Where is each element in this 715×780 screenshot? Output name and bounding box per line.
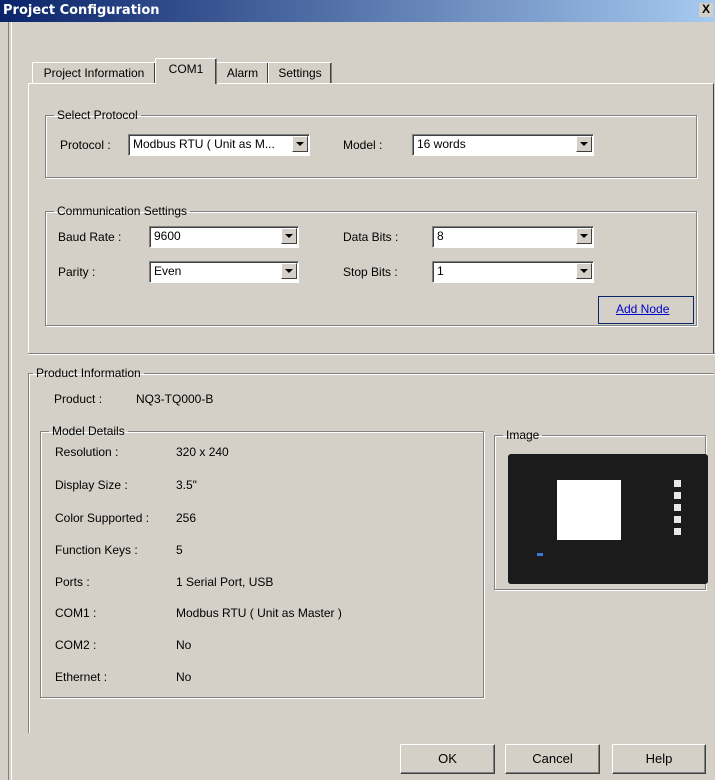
ethernet-label: Ethernet : [55, 670, 108, 684]
ports-label: Ports : [55, 575, 90, 589]
model-value: 16 words [417, 137, 466, 151]
window-title: Project Configuration [3, 3, 160, 18]
section-divider [28, 353, 715, 355]
chevron-down-icon [285, 269, 293, 273]
function-key-icon [674, 528, 681, 535]
title-bar: Project Configuration X [0, 0, 715, 22]
close-icon[interactable]: X [699, 3, 713, 17]
protocol-value: Modbus RTU ( Unit as M... [133, 137, 275, 151]
model-select[interactable]: 16 words [412, 134, 594, 156]
stop-bits-label: Stop Bits : [343, 265, 398, 279]
model-details-group: Model Details [40, 424, 484, 698]
color-supported-value: 256 [176, 511, 197, 525]
resolution-label: Resolution : [55, 445, 119, 459]
tab-settings[interactable]: Settings [268, 62, 332, 83]
display-size-label: Display Size : [55, 478, 128, 492]
color-supported-label: Color Supported : [55, 511, 150, 525]
model-label: Model : [343, 138, 383, 152]
tab-com1[interactable]: COM1 [155, 58, 217, 84]
display-size-value: 3.5" [176, 478, 197, 492]
chevron-down-icon [580, 269, 588, 273]
add-node-button[interactable]: Add Node [598, 296, 694, 324]
ethernet-value: No [176, 670, 192, 684]
parity-select[interactable]: Even [149, 261, 299, 283]
tab-alarm[interactable]: Alarm [216, 62, 269, 83]
model-dropdown-button[interactable] [576, 136, 592, 152]
cancel-button[interactable]: Cancel [505, 744, 600, 774]
com2-value: No [176, 638, 192, 652]
parity-dropdown-button[interactable] [281, 263, 297, 279]
function-key-icon [674, 492, 681, 499]
select-protocol-legend: Select Protocol [57, 108, 138, 122]
help-button[interactable]: Help [612, 744, 706, 774]
com1-value: Modbus RTU ( Unit as Master ) [176, 606, 342, 620]
com2-label: COM2 : [55, 638, 97, 652]
hmi-screen [557, 480, 621, 540]
baud-rate-label: Baud Rate : [58, 230, 122, 244]
com1-label: COM1 : [55, 606, 97, 620]
parity-label: Parity : [58, 265, 96, 279]
image-legend: Image [506, 428, 540, 442]
communication-settings-legend: Communication Settings [57, 204, 188, 218]
chevron-down-icon [580, 142, 588, 146]
tab-project-information[interactable]: Project Information [32, 62, 156, 83]
protocol-label: Protocol : [60, 138, 111, 152]
protocol-dropdown-button[interactable] [292, 136, 308, 152]
baud-rate-value: 9600 [154, 229, 181, 243]
function-keys-label: Function Keys : [55, 543, 138, 557]
ok-button[interactable]: OK [400, 744, 495, 774]
window-left-edge [8, 22, 12, 780]
stop-bits-select[interactable]: 1 [432, 261, 594, 283]
chevron-down-icon [580, 234, 588, 238]
data-bits-dropdown-button[interactable] [576, 228, 592, 244]
stop-bits-dropdown-button[interactable] [576, 263, 592, 279]
data-bits-select[interactable]: 8 [432, 226, 594, 248]
brand-logo-icon [537, 553, 543, 556]
resolution-value: 320 x 240 [176, 445, 229, 459]
chevron-down-icon [296, 142, 304, 146]
hmi-product-image [508, 454, 708, 584]
chevron-down-icon [285, 234, 293, 238]
baud-rate-dropdown-button[interactable] [281, 228, 297, 244]
add-node-label: Add Node [616, 302, 670, 316]
parity-value: Even [154, 264, 182, 278]
product-information-legend: Product Information [36, 366, 141, 380]
data-bits-label: Data Bits : [343, 230, 399, 244]
data-bits-value: 8 [437, 229, 444, 243]
stop-bits-value: 1 [437, 264, 444, 278]
product-value: NQ3-TQ000-B [136, 392, 214, 406]
function-key-icon [674, 480, 681, 487]
protocol-select[interactable]: Modbus RTU ( Unit as M... [128, 134, 310, 156]
function-keys-value: 5 [176, 543, 183, 557]
function-key-icon [674, 516, 681, 523]
function-key-icon [674, 504, 681, 511]
model-details-legend: Model Details [52, 424, 125, 438]
baud-rate-select[interactable]: 9600 [149, 226, 299, 248]
product-label: Product : [54, 392, 103, 406]
ports-value: 1 Serial Port, USB [176, 575, 274, 589]
